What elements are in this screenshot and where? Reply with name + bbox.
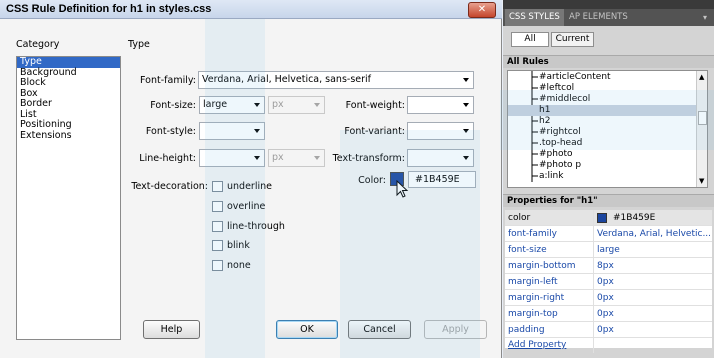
property-value: 0px bbox=[597, 309, 614, 319]
property-value: Verdana, Arial, Helvetic... bbox=[597, 229, 711, 239]
panel-tab-bar: CSS STYLES AP ELEMENTS ▾ bbox=[503, 9, 714, 26]
watermark-stripe bbox=[500, 90, 714, 150]
font-family-label: Font-family: bbox=[140, 75, 196, 86]
close-button[interactable]: ✕ bbox=[468, 2, 496, 18]
property-value: 0px bbox=[597, 325, 614, 335]
property-value: 0px bbox=[597, 277, 614, 287]
property-row-margin-bottom[interactable]: margin-bottom 8px bbox=[505, 258, 712, 274]
font-size-label: Font-size: bbox=[150, 100, 196, 111]
rule-item[interactable]: a:link bbox=[539, 171, 563, 182]
property-name: color bbox=[508, 213, 531, 223]
category-item-border[interactable]: Border bbox=[17, 98, 120, 110]
property-name: font-size bbox=[508, 245, 547, 255]
add-property-link[interactable]: Add Property bbox=[508, 337, 566, 353]
current-mode-button[interactable]: Current bbox=[551, 32, 594, 47]
property-name: margin-left bbox=[508, 277, 558, 287]
property-name: margin-right bbox=[508, 293, 565, 303]
property-name: margin-top bbox=[508, 309, 558, 319]
properties-table: color #1B459E font-family Verdana, Arial… bbox=[505, 210, 712, 353]
watermark-stripe bbox=[205, 19, 265, 358]
rule-item[interactable]: #photo bbox=[539, 149, 573, 160]
color-swatch-icon bbox=[597, 213, 607, 223]
dialog-title: CSS Rule Definition for h1 in styles.css bbox=[6, 3, 212, 15]
chevron-down-icon bbox=[463, 78, 469, 82]
property-row-margin-right[interactable]: margin-right 0px bbox=[505, 290, 712, 306]
scroll-down-icon: ▼ bbox=[699, 177, 705, 185]
font-size-unit-select[interactable]: px bbox=[268, 96, 325, 114]
tab-ap-elements[interactable]: AP ELEMENTS bbox=[565, 9, 632, 26]
category-item-positioning[interactable]: Positioning bbox=[17, 119, 120, 131]
all-mode-button[interactable]: All bbox=[511, 32, 549, 47]
line-height-unit-select[interactable]: px bbox=[268, 149, 325, 167]
ok-button[interactable]: OK bbox=[276, 320, 338, 339]
property-value: large bbox=[597, 245, 620, 255]
property-row-font-family[interactable]: font-family Verdana, Arial, Helvetic... bbox=[505, 226, 712, 242]
chevron-down-icon bbox=[314, 103, 320, 107]
category-item-block[interactable]: Block bbox=[17, 77, 120, 89]
watermark-stripe bbox=[340, 130, 480, 358]
line-height-label: Line-height: bbox=[139, 153, 196, 164]
tab-css-styles[interactable]: CSS STYLES bbox=[505, 9, 564, 26]
help-button[interactable]: Help bbox=[143, 320, 200, 339]
font-weight-label: Font-weight: bbox=[345, 100, 405, 111]
properties-header: Properties for "h1" bbox=[503, 194, 714, 207]
font-size-unit-value: px bbox=[272, 99, 284, 110]
add-property-row[interactable]: Add Property bbox=[505, 337, 712, 353]
property-row-padding[interactable]: padding 0px bbox=[505, 322, 712, 338]
category-item-extensions[interactable]: Extensions bbox=[17, 130, 120, 142]
panel-menu-icon[interactable]: ▾ bbox=[699, 9, 711, 26]
line-height-unit-value: px bbox=[272, 152, 284, 163]
property-name: margin-bottom bbox=[508, 261, 576, 271]
rule-item[interactable]: #photo p bbox=[539, 160, 581, 171]
font-weight-select[interactable] bbox=[407, 96, 474, 114]
property-value: 8px bbox=[597, 261, 614, 271]
property-name: font-family bbox=[508, 229, 557, 239]
section-header: Type bbox=[128, 39, 150, 50]
property-row-margin-left[interactable]: margin-left 0px bbox=[505, 274, 712, 290]
category-header: Category bbox=[16, 39, 60, 50]
property-value: 0px bbox=[597, 293, 614, 303]
all-rules-header: All Rules bbox=[503, 55, 714, 68]
scroll-up-icon: ▲ bbox=[699, 73, 705, 81]
category-list[interactable]: Type Background Block Box Border List Po… bbox=[16, 56, 121, 340]
property-row-font-size[interactable]: font-size large bbox=[505, 242, 712, 258]
category-item-type[interactable]: Type bbox=[17, 56, 120, 68]
property-value: #1B459E bbox=[613, 213, 656, 223]
text-decoration-label: Text-decoration: bbox=[131, 181, 208, 192]
rule-item[interactable]: #articleContent bbox=[539, 72, 611, 83]
property-row-color[interactable]: color #1B459E bbox=[505, 210, 712, 226]
property-row-margin-top[interactable]: margin-top 0px bbox=[505, 306, 712, 322]
chevron-down-icon bbox=[463, 103, 469, 107]
chevron-down-icon bbox=[314, 156, 320, 160]
panel-top-strip bbox=[503, 0, 714, 9]
property-name: padding bbox=[508, 325, 545, 335]
font-style-label: Font-style: bbox=[145, 126, 196, 137]
dialog-title-bar[interactable]: CSS Rule Definition for h1 in styles.css… bbox=[0, 0, 502, 19]
